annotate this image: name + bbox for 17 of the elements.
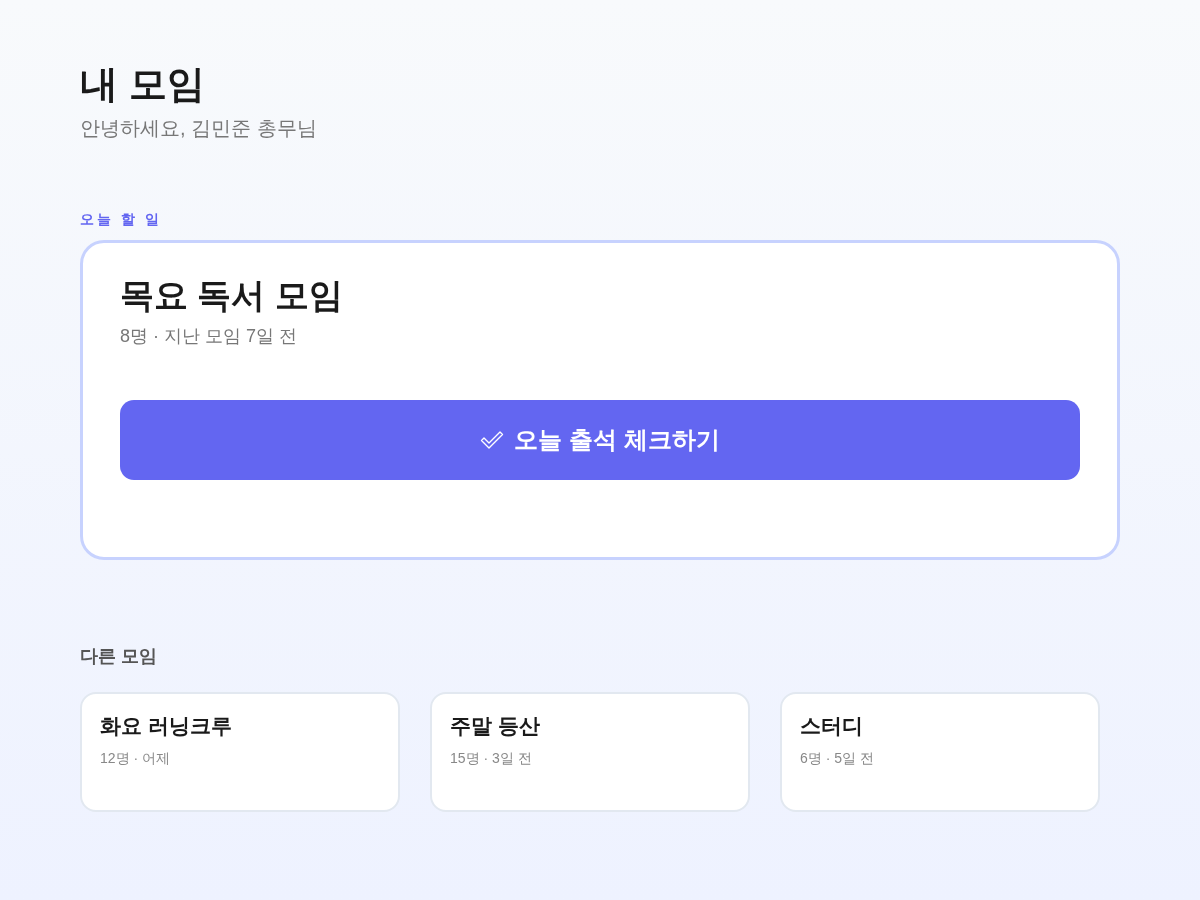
group-name: 화요 러닝크루	[100, 713, 232, 739]
check-icon	[480, 430, 505, 450]
group-meta: 8명 · 지난 모임 7일 전	[120, 325, 298, 348]
group-card[interactable]: 화요 러닝크루 12명 · 어제	[80, 692, 400, 812]
group-meta: 6명 · 5일 전	[800, 749, 874, 768]
group-name: 목요 독서 모임	[120, 275, 343, 316]
page-title: 내 모임	[80, 62, 205, 107]
section-label: 오늘 할 일	[80, 210, 162, 228]
group-name: 주말 등산	[450, 713, 540, 739]
group-card[interactable]: 주말 등산 15명 · 3일 전	[430, 692, 750, 812]
attendance-button[interactable]: 오늘 출석 체크하기	[120, 400, 1080, 480]
group-meta: 15명 · 3일 전	[450, 749, 532, 768]
group-card[interactable]: 스터디 6명 · 5일 전	[780, 692, 1100, 812]
section-heading: 다른 모임	[80, 645, 157, 668]
greeting-text: 안녕하세요, 김민준 총무님	[80, 116, 317, 141]
group-meta: 12명 · 어제	[100, 749, 170, 768]
group-name: 스터디	[800, 713, 863, 739]
